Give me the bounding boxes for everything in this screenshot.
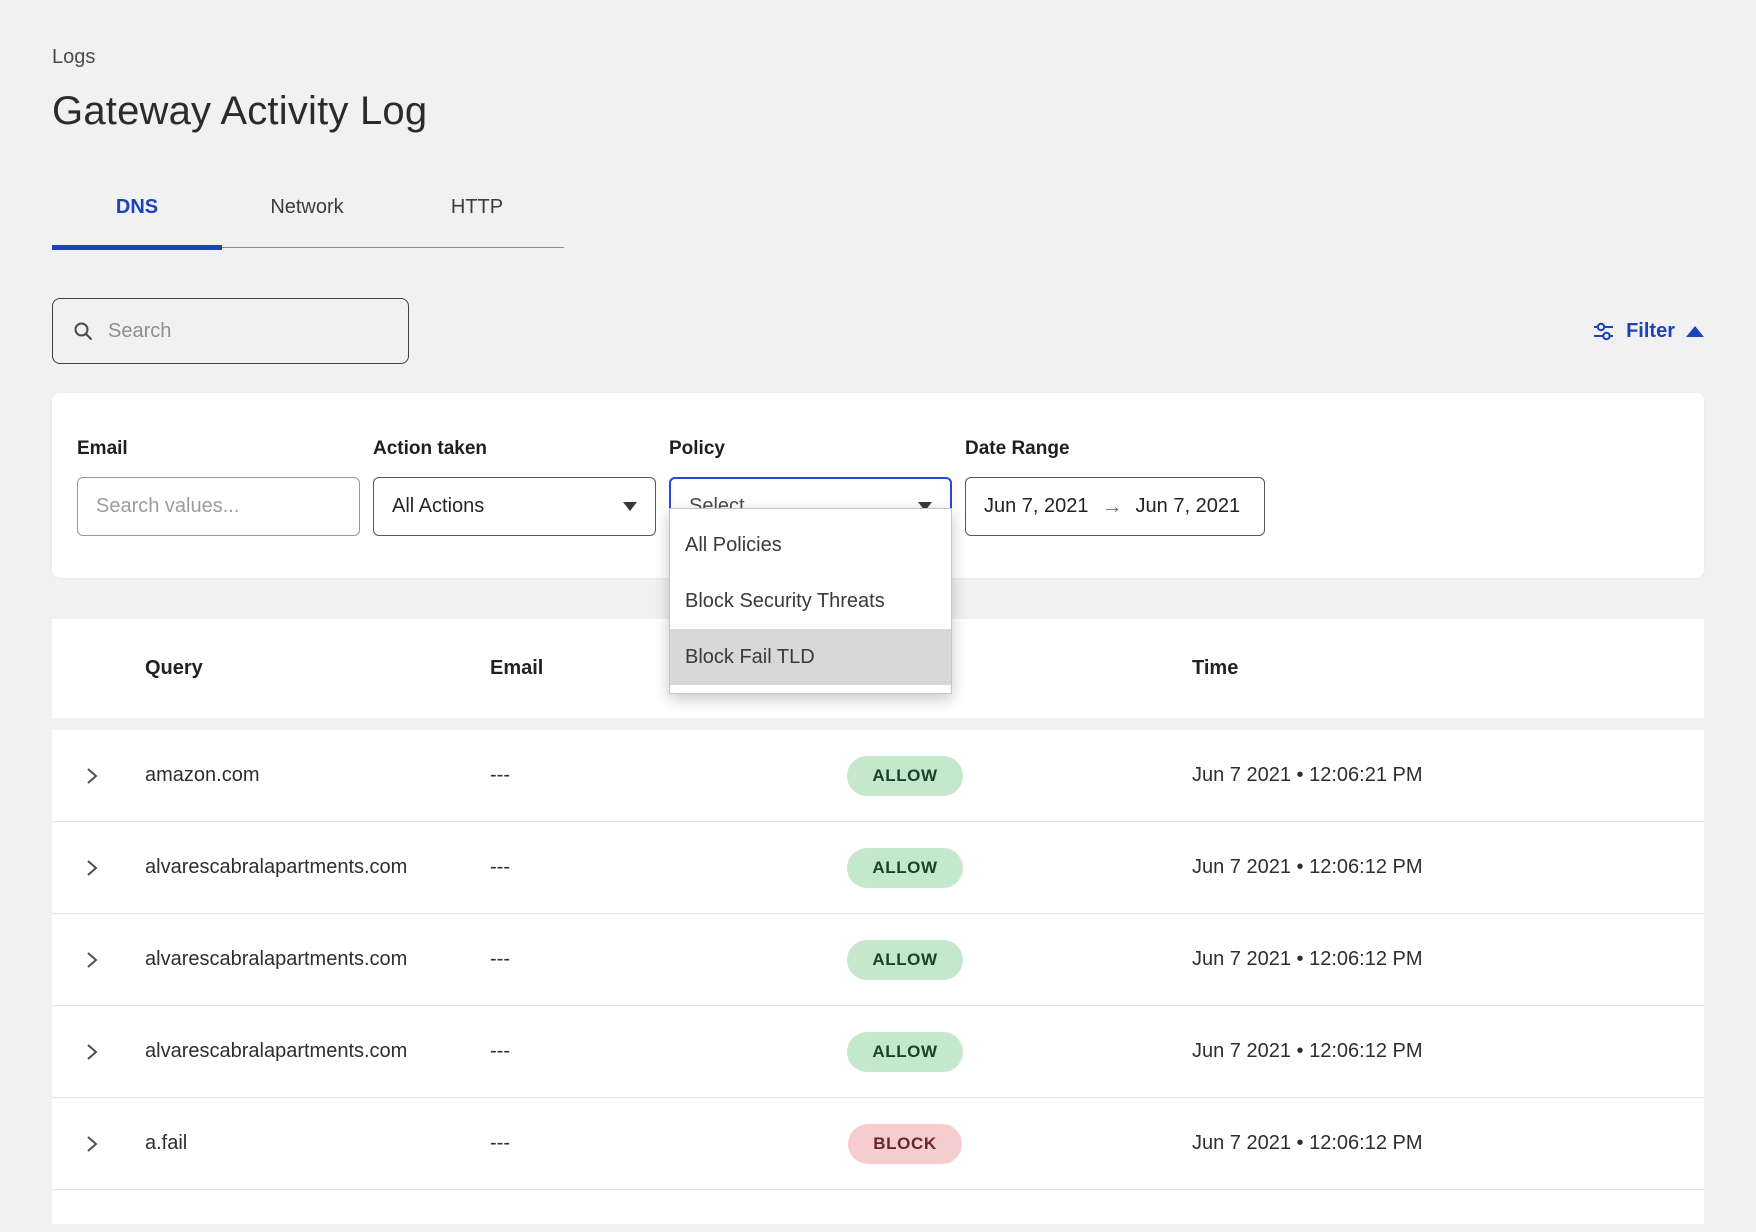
table-row: alvarescabralapartments.com --- ALLOW Ju… bbox=[52, 1006, 1704, 1098]
action-badge: ALLOW bbox=[847, 848, 962, 888]
search-box[interactable] bbox=[52, 298, 409, 364]
tab-http[interactable]: HTTP bbox=[392, 196, 562, 247]
collapse-filters-triangle-icon bbox=[1686, 326, 1704, 337]
action-taken-select[interactable]: All Actions bbox=[373, 477, 656, 536]
query-cell: amazon.com bbox=[145, 764, 490, 787]
action-taken-filter-label: Action taken bbox=[373, 438, 656, 460]
row-expand-chevron-icon[interactable] bbox=[86, 1134, 98, 1154]
policy-filter-field: Policy Select... All Policies Block Secu… bbox=[669, 438, 952, 536]
table-body: amazon.com --- ALLOW Jun 7 2021 • 12:06:… bbox=[52, 730, 1704, 1224]
row-expand-chevron-icon[interactable] bbox=[86, 858, 98, 878]
activity-log-table: Query Email Time amazon.com --- ALLOW Ju… bbox=[52, 619, 1704, 1224]
action-badge: ALLOW bbox=[847, 756, 962, 796]
time-cell: Jun 7 2021 • 12:06:12 PM bbox=[1005, 948, 1704, 971]
header-query: Query bbox=[145, 657, 490, 680]
email-cell: --- bbox=[490, 1040, 805, 1063]
search-input[interactable] bbox=[108, 320, 388, 343]
email-filter-field: Email bbox=[77, 438, 360, 536]
email-cell: --- bbox=[490, 948, 805, 971]
email-cell: --- bbox=[490, 764, 805, 787]
email-filter-input[interactable] bbox=[96, 495, 341, 518]
right-arrow-icon: → bbox=[1102, 495, 1123, 519]
time-cell: Jun 7 2021 • 12:06:12 PM bbox=[1005, 856, 1704, 879]
policy-option-all-policies[interactable]: All Policies bbox=[670, 517, 951, 573]
email-cell: --- bbox=[490, 856, 805, 879]
row-expand-chevron-icon[interactable] bbox=[86, 950, 98, 970]
date-range-picker[interactable]: Jun 7, 2021 → Jun 7, 2021 bbox=[965, 477, 1265, 536]
query-cell: alvarescabralapartments.com bbox=[145, 856, 490, 879]
time-cell: Jun 7 2021 • 12:06:21 PM bbox=[1005, 764, 1704, 787]
date-range-start: Jun 7, 2021 bbox=[984, 495, 1089, 518]
policy-filter-label: Policy bbox=[669, 438, 952, 460]
date-range-end: Jun 7, 2021 bbox=[1136, 495, 1241, 518]
filter-sliders-icon bbox=[1592, 320, 1615, 343]
date-range-filter-label: Date Range bbox=[965, 438, 1265, 460]
action-taken-filter-field: Action taken All Actions bbox=[373, 438, 656, 536]
query-cell: alvarescabralapartments.com bbox=[145, 948, 490, 971]
filter-panel: Email Action taken All Actions Policy Se… bbox=[52, 393, 1704, 578]
filter-toggle-label: Filter bbox=[1626, 320, 1675, 343]
table-row: a.fail --- BLOCK Jun 7 2021 • 12:06:12 P… bbox=[52, 1098, 1704, 1190]
table-row: alvarescabralapartments.com --- ALLOW Ju… bbox=[52, 822, 1704, 914]
query-cell: a.fail bbox=[145, 1132, 490, 1155]
tab-network[interactable]: Network bbox=[222, 196, 392, 247]
chevron-down-icon bbox=[623, 502, 637, 511]
email-cell: --- bbox=[490, 1132, 805, 1155]
action-badge: BLOCK bbox=[848, 1124, 961, 1164]
email-filter-input-box[interactable] bbox=[77, 477, 360, 536]
row-expand-chevron-icon[interactable] bbox=[86, 1042, 98, 1062]
time-cell: Jun 7 2021 • 12:06:12 PM bbox=[1005, 1132, 1704, 1155]
table-row: alvarescabralapartments.com --- ALLOW Ju… bbox=[52, 914, 1704, 1006]
gateway-activity-log-page: Logs Gateway Activity Log DNS Network HT… bbox=[0, 0, 1756, 1224]
time-cell: Jun 7 2021 • 12:06:12 PM bbox=[1005, 1040, 1704, 1063]
page-title: Gateway Activity Log bbox=[52, 89, 1704, 134]
row-expand-chevron-icon[interactable] bbox=[86, 766, 98, 786]
log-type-tabs: DNS Network HTTP bbox=[52, 196, 564, 248]
header-time: Time bbox=[1005, 657, 1704, 680]
controls-row: Filter bbox=[52, 298, 1704, 364]
table-row: amazon.com --- ALLOW Jun 7 2021 • 12:06:… bbox=[52, 730, 1704, 822]
policy-option-block-security-threats[interactable]: Block Security Threats bbox=[670, 573, 951, 629]
date-range-filter-field: Date Range Jun 7, 2021 → Jun 7, 2021 bbox=[965, 438, 1265, 536]
policy-option-block-fail-tld[interactable]: Block Fail TLD bbox=[670, 629, 951, 685]
action-badge: ALLOW bbox=[847, 1032, 962, 1072]
policy-dropdown-menu: All Policies Block Security Threats Bloc… bbox=[669, 508, 952, 694]
search-icon bbox=[73, 321, 93, 341]
filter-toggle-button[interactable]: Filter bbox=[1592, 320, 1704, 343]
action-badge: ALLOW bbox=[847, 940, 962, 980]
tab-dns[interactable]: DNS bbox=[52, 196, 222, 247]
query-cell: alvarescabralapartments.com bbox=[145, 1040, 490, 1063]
email-filter-label: Email bbox=[77, 438, 360, 460]
breadcrumb-logs[interactable]: Logs bbox=[52, 0, 1704, 69]
action-taken-selected-value: All Actions bbox=[392, 495, 484, 518]
